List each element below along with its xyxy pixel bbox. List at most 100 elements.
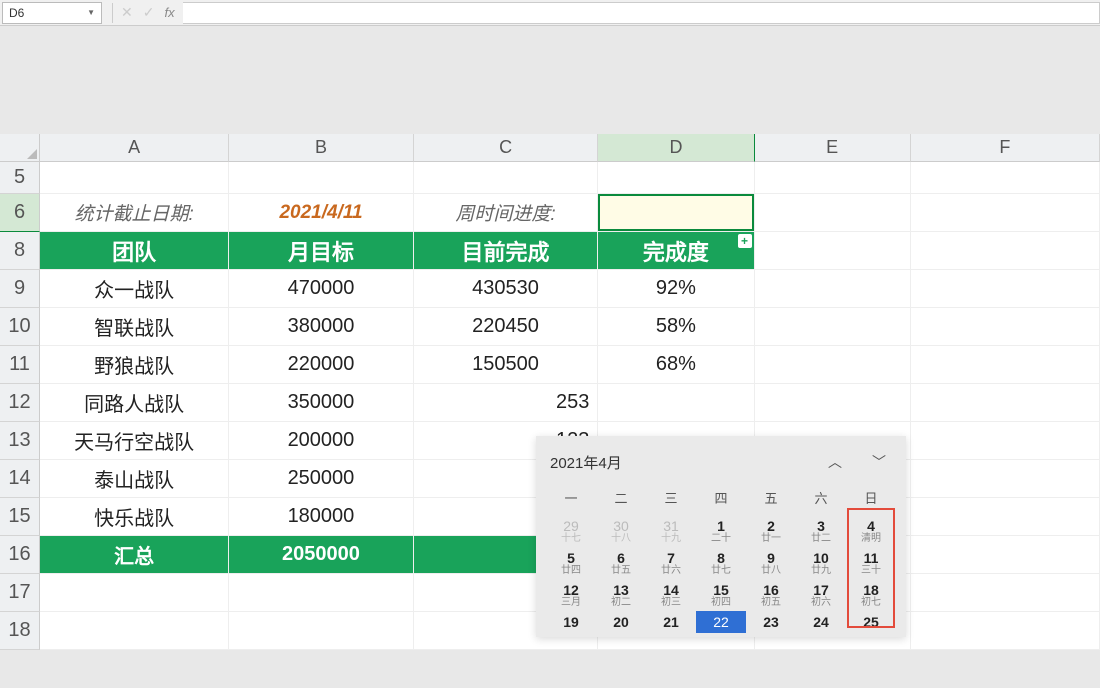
- cell-F12[interactable]: [911, 384, 1100, 422]
- calendar-day-21[interactable]: 21: [646, 611, 696, 633]
- plus-icon[interactable]: +: [738, 234, 752, 248]
- cell-C8[interactable]: 目前完成: [414, 232, 599, 270]
- col-header-C[interactable]: C: [414, 134, 599, 162]
- calendar-day-3[interactable]: 3廿二: [796, 515, 846, 547]
- cell-C11[interactable]: 150500: [414, 346, 599, 384]
- calendar-day-6[interactable]: 6廿五: [596, 547, 646, 579]
- calendar-day-7[interactable]: 7廿六: [646, 547, 696, 579]
- cell-F10[interactable]: [911, 308, 1100, 346]
- cell-F14[interactable]: [911, 460, 1100, 498]
- calendar-day-14[interactable]: 14初三: [646, 579, 696, 611]
- cell-E11[interactable]: [755, 346, 911, 384]
- calendar-day-18[interactable]: 18初七: [846, 579, 896, 611]
- col-header-A[interactable]: A: [40, 134, 229, 162]
- calendar-title[interactable]: 2021年4月: [550, 452, 622, 473]
- cell-B9[interactable]: 470000: [229, 270, 414, 308]
- cell-F11[interactable]: [911, 346, 1100, 384]
- cell-A10[interactable]: 智联战队: [40, 308, 229, 346]
- calendar-day-30[interactable]: 30十八: [596, 515, 646, 547]
- cell-C9[interactable]: 430530: [414, 270, 599, 308]
- confirm-icon[interactable]: ✓: [143, 4, 155, 21]
- cell-B11[interactable]: 220000: [229, 346, 414, 384]
- cell-A11[interactable]: 野狼战队: [40, 346, 229, 384]
- calendar-day-31[interactable]: 31十九: [646, 515, 696, 547]
- cell-B6[interactable]: 2021/4/11: [229, 194, 414, 232]
- row-header-18[interactable]: 18: [0, 612, 40, 650]
- calendar-day-20[interactable]: 20: [596, 611, 646, 633]
- cell-A6[interactable]: 统计截止日期:: [40, 194, 229, 232]
- calendar-day-1[interactable]: 1二十: [696, 515, 746, 547]
- name-box[interactable]: D6 ▼: [2, 2, 102, 24]
- cell-C12[interactable]: 253: [414, 384, 599, 422]
- calendar-day-17[interactable]: 17初六: [796, 579, 846, 611]
- cell-A13[interactable]: 天马行空战队: [40, 422, 229, 460]
- cell-B5[interactable]: [229, 162, 414, 194]
- cell-E10[interactable]: [755, 308, 911, 346]
- row-header-14[interactable]: 14: [0, 460, 40, 498]
- calendar-day-25[interactable]: 25: [846, 611, 896, 633]
- cell-D12[interactable]: [598, 384, 754, 422]
- cell-F17[interactable]: [911, 574, 1100, 612]
- calendar-day-24[interactable]: 24: [796, 611, 846, 633]
- cell-C5[interactable]: [414, 162, 599, 194]
- calendar-day-9[interactable]: 9廿八: [746, 547, 796, 579]
- cell-D11[interactable]: 68%: [598, 346, 754, 384]
- cell-B18[interactable]: [229, 612, 414, 650]
- cell-B16[interactable]: 2050000: [229, 536, 413, 574]
- col-header-B[interactable]: B: [229, 134, 414, 162]
- calendar-day-10[interactable]: 10廿九: [796, 547, 846, 579]
- cell-E12[interactable]: [755, 384, 911, 422]
- select-all-corner[interactable]: [0, 134, 40, 162]
- calendar-day-19[interactable]: 19: [546, 611, 596, 633]
- cell-F8[interactable]: [911, 232, 1100, 270]
- row-header-12[interactable]: 12: [0, 384, 40, 422]
- cell-F5[interactable]: [911, 162, 1100, 194]
- cell-B12[interactable]: 350000: [229, 384, 413, 422]
- cell-D5[interactable]: [598, 162, 754, 194]
- calendar-prev-icon[interactable]: ︿: [822, 450, 848, 474]
- calendar-day-13[interactable]: 13初二: [596, 579, 646, 611]
- cell-E9[interactable]: [755, 270, 911, 308]
- col-header-E[interactable]: E: [755, 134, 911, 162]
- cancel-icon[interactable]: ✕: [121, 4, 133, 21]
- cell-A5[interactable]: [40, 162, 229, 194]
- calendar-day-2[interactable]: 2廿一: [746, 515, 796, 547]
- row-header-16[interactable]: 16: [0, 536, 40, 574]
- cell-A8[interactable]: 团队: [40, 232, 229, 270]
- cell-B8[interactable]: 月目标: [229, 232, 414, 270]
- cell-D9[interactable]: 92%: [598, 270, 754, 308]
- calendar-day-16[interactable]: 16初五: [746, 579, 796, 611]
- cell-B14[interactable]: 250000: [229, 460, 413, 498]
- cell-C6[interactable]: 周时间进度:: [414, 194, 599, 232]
- cell-C10[interactable]: 220450: [414, 308, 599, 346]
- calendar-day-8[interactable]: 8廿七: [696, 547, 746, 579]
- calendar-day-11[interactable]: 11三十: [846, 547, 896, 579]
- row-header-10[interactable]: 10: [0, 308, 40, 346]
- cell-A17[interactable]: [40, 574, 229, 612]
- calendar-day-23[interactable]: 23: [746, 611, 796, 633]
- cell-B17[interactable]: [229, 574, 414, 612]
- cell-E5[interactable]: [755, 162, 911, 194]
- cell-D8[interactable]: 完成度 +: [598, 232, 754, 270]
- calendar-day-29[interactable]: 29十七: [546, 515, 596, 547]
- row-header-11[interactable]: 11: [0, 346, 40, 384]
- calendar-day-4[interactable]: 4清明: [846, 515, 896, 547]
- fx-icon[interactable]: fx: [164, 5, 174, 20]
- calendar-day-15[interactable]: 15初四: [696, 579, 746, 611]
- formula-input[interactable]: [183, 2, 1100, 24]
- calendar-day-22[interactable]: 22: [696, 611, 746, 633]
- row-header-17[interactable]: 17: [0, 574, 40, 612]
- cell-F13[interactable]: [911, 422, 1100, 460]
- calendar-day-5[interactable]: 5廿四: [546, 547, 596, 579]
- cell-A16[interactable]: 汇总: [40, 536, 229, 574]
- row-header-13[interactable]: 13: [0, 422, 40, 460]
- cell-F18[interactable]: [911, 612, 1100, 650]
- calendar-day-12[interactable]: 12三月: [546, 579, 596, 611]
- cell-A15[interactable]: 快乐战队: [40, 498, 229, 536]
- cell-F9[interactable]: [911, 270, 1100, 308]
- cell-F16[interactable]: [911, 536, 1100, 574]
- cell-E6[interactable]: [755, 194, 911, 232]
- row-header-5[interactable]: 5: [0, 162, 40, 194]
- row-header-6[interactable]: 6: [0, 194, 40, 232]
- col-header-F[interactable]: F: [911, 134, 1100, 162]
